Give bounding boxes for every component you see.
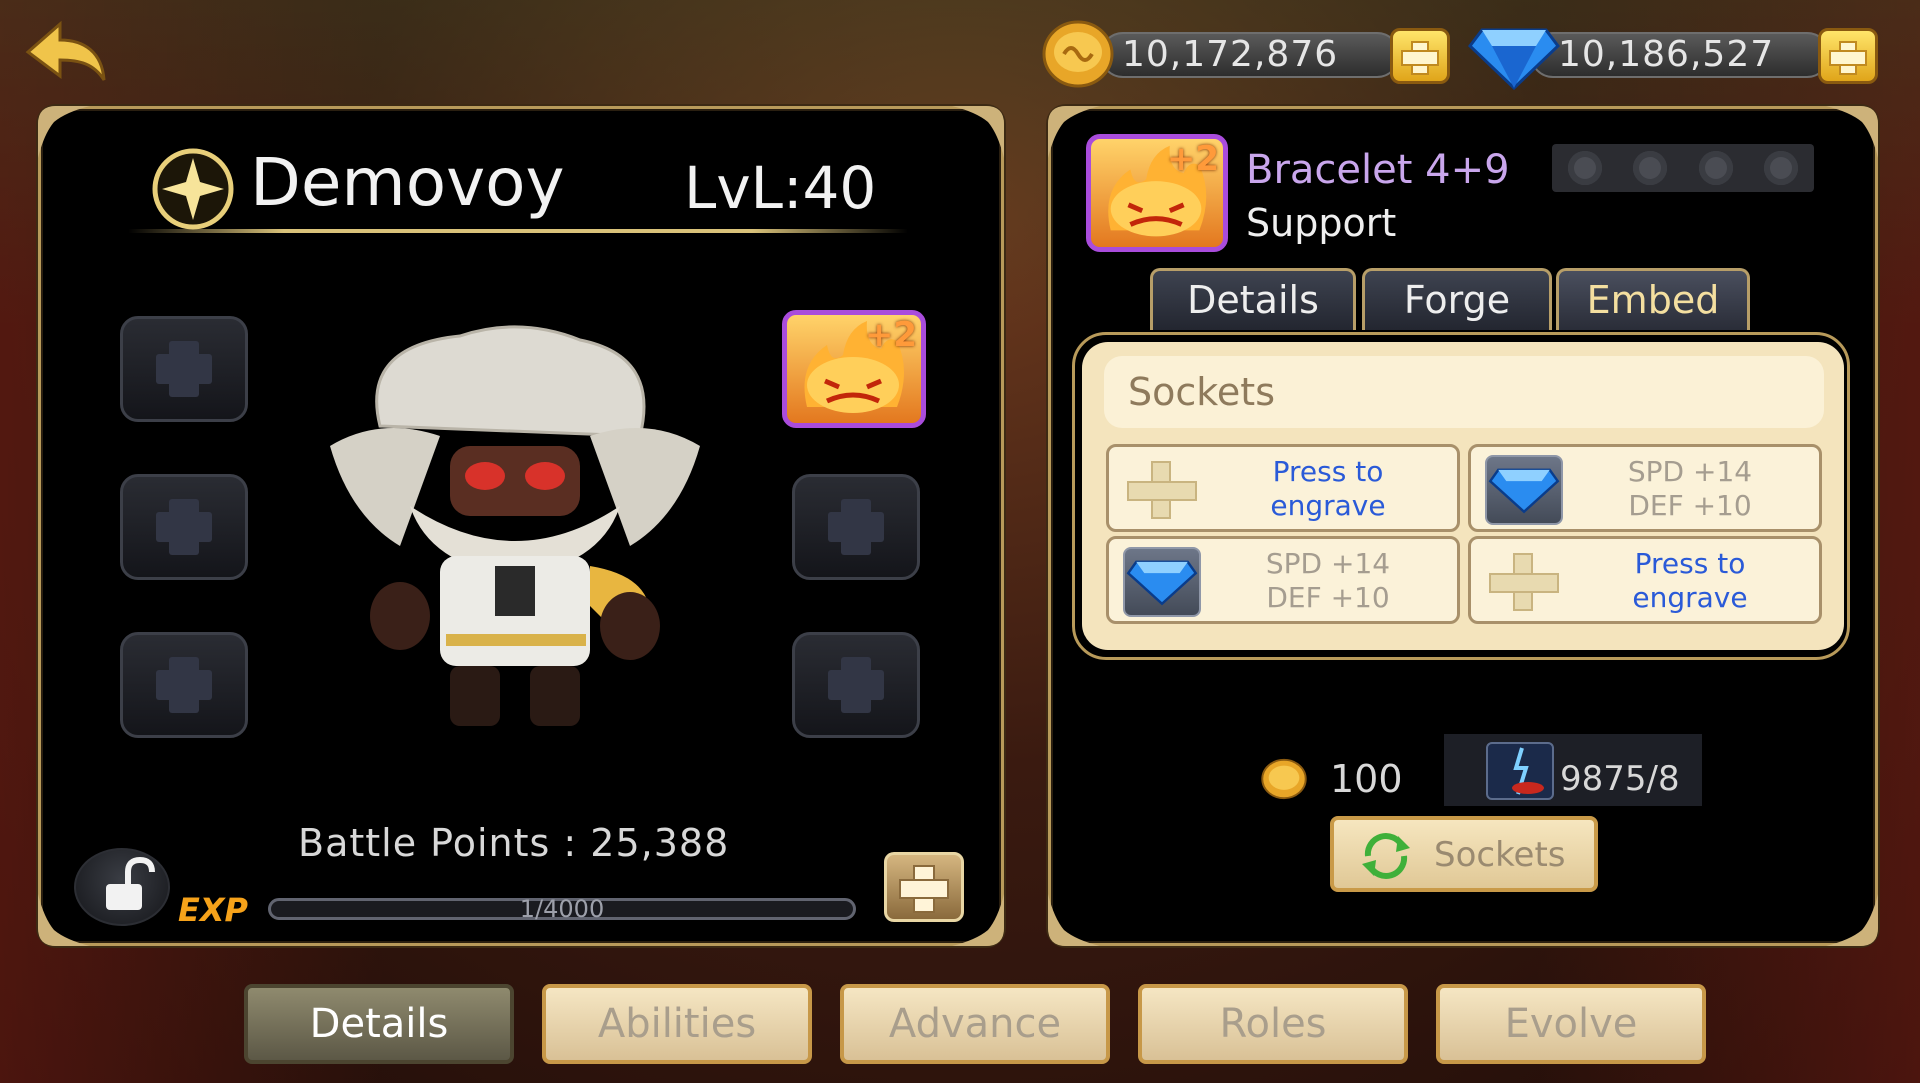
ornament-corner-icon bbox=[1826, 894, 1878, 946]
engrave-plus-icon bbox=[1489, 553, 1559, 611]
socket-stat: SPD +14 bbox=[1265, 547, 1391, 580]
tab-forge[interactable]: Forge bbox=[1362, 268, 1552, 330]
ornament-corner-icon bbox=[1048, 894, 1100, 946]
ornament-corner-icon bbox=[1826, 106, 1878, 158]
star-icon bbox=[1633, 151, 1668, 185]
ornament-corner-icon bbox=[952, 106, 1004, 158]
socket-text: engrave bbox=[1632, 581, 1748, 614]
add-exp-button[interactable] bbox=[884, 852, 964, 922]
socket-stat: DEF +10 bbox=[1266, 581, 1390, 614]
tab-embed[interactable]: Embed bbox=[1556, 268, 1750, 330]
unlock-icon[interactable] bbox=[74, 848, 170, 926]
item-icon: +2 bbox=[1086, 134, 1228, 252]
socket-cell-gem[interactable]: SPD +14 DEF +10 bbox=[1468, 444, 1822, 532]
bottom-tab-details[interactable]: Details bbox=[244, 984, 514, 1064]
star-icon bbox=[1698, 151, 1733, 185]
hero-class-icon bbox=[150, 146, 236, 232]
sockets-title: Sockets bbox=[1104, 356, 1824, 428]
item-star-rating bbox=[1552, 144, 1814, 192]
socket-drill-icon bbox=[1486, 742, 1554, 800]
socket-stat: DEF +10 bbox=[1628, 489, 1752, 522]
material-count: 9875/8 bbox=[1560, 759, 1680, 799]
back-arrow-icon[interactable] bbox=[20, 18, 110, 88]
diamond-amount: 10,186,527 bbox=[1558, 34, 1775, 75]
add-diamond-button[interactable] bbox=[1818, 28, 1878, 84]
sockets-button[interactable]: Sockets bbox=[1330, 816, 1598, 892]
socket-cell-empty[interactable]: Press to engrave bbox=[1106, 444, 1460, 532]
star-icon bbox=[1567, 151, 1602, 185]
equip-slot-empty[interactable] bbox=[792, 474, 920, 580]
bottom-tab-abilities[interactable]: Abilities bbox=[542, 984, 812, 1064]
add-gold-button[interactable] bbox=[1390, 28, 1450, 84]
sockets-button-label: Sockets bbox=[1434, 835, 1566, 875]
socket-text: engrave bbox=[1270, 489, 1386, 522]
equip-slot-empty[interactable] bbox=[120, 316, 248, 422]
hero-character-model bbox=[320, 316, 710, 756]
title-divider bbox=[128, 229, 908, 233]
star-icon bbox=[1764, 151, 1799, 185]
bottom-tab-roles[interactable]: Roles bbox=[1138, 984, 1408, 1064]
bottom-tab-evolve[interactable]: Evolve bbox=[1436, 984, 1706, 1064]
item-enhance-level: +2 bbox=[1166, 139, 1219, 179]
tab-details[interactable]: Details bbox=[1150, 268, 1356, 330]
bottom-tab-advance[interactable]: Advance bbox=[840, 984, 1110, 1064]
enhance-level: +2 bbox=[864, 315, 917, 355]
ornament-corner-icon bbox=[38, 106, 90, 158]
diamond-icon bbox=[1468, 24, 1560, 91]
item-name: Bracelet 4+9 bbox=[1246, 147, 1510, 193]
battle-points: Battle Points : 25,388 bbox=[298, 821, 730, 865]
gold-coin-icon bbox=[1256, 756, 1312, 802]
hero-level: LvL:40 bbox=[684, 154, 877, 222]
exp-progress-text: 1/4000 bbox=[519, 895, 605, 923]
socket-text: Press to bbox=[1272, 455, 1384, 488]
item-type: Support bbox=[1246, 201, 1397, 245]
equip-slot-empty[interactable] bbox=[120, 632, 248, 738]
socket-gold-cost: 100 bbox=[1330, 757, 1403, 801]
gold-coin-icon bbox=[1040, 18, 1116, 90]
gold-amount: 10,172,876 bbox=[1122, 34, 1339, 75]
exp-label: EXP bbox=[178, 891, 248, 929]
socket-stat: SPD +14 bbox=[1627, 455, 1753, 488]
socket-text: Press to bbox=[1634, 547, 1746, 580]
socket-cell-empty[interactable]: Press to engrave bbox=[1468, 536, 1822, 624]
equip-slot-bracelet[interactable]: +2 bbox=[782, 310, 926, 428]
equip-slot-empty[interactable] bbox=[792, 632, 920, 738]
equip-slot-empty[interactable] bbox=[120, 474, 248, 580]
blue-gem-icon bbox=[1485, 455, 1563, 525]
socket-cell-gem[interactable]: SPD +14 DEF +10 bbox=[1106, 536, 1460, 624]
refresh-icon bbox=[1362, 833, 1410, 879]
hero-name: Demovoy bbox=[250, 144, 565, 221]
blue-gem-icon bbox=[1123, 547, 1201, 617]
engrave-plus-icon bbox=[1127, 461, 1197, 519]
